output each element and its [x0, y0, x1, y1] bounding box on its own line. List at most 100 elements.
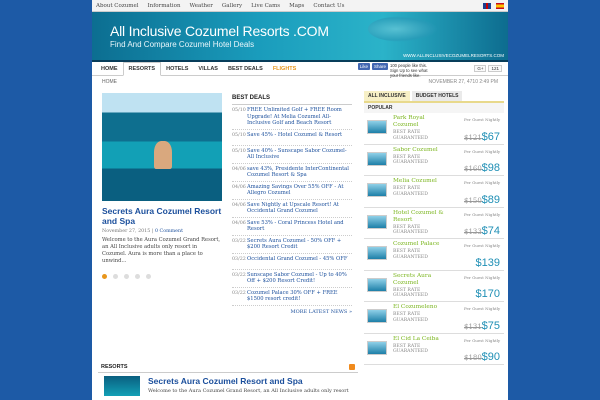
- nav-flights[interactable]: FLIGHTS: [268, 66, 302, 75]
- featured-slider: Secrets Aura Cozumel Resort and Spa Nove…: [102, 93, 222, 279]
- deal-item[interactable]: 05/10 Save 40% - Sunscape Sabor Cozumel-A…: [232, 146, 352, 164]
- deal-item[interactable]: 05/10 FREE Unlimited Golf + FREE Room Upg…: [232, 105, 352, 130]
- hotel-thumbnail[interactable]: [367, 120, 387, 134]
- hotel-name[interactable]: Hotel Cozumel & Resort: [393, 210, 448, 224]
- nav-resorts[interactable]: RESORTS: [122, 62, 162, 76]
- deal-title[interactable]: Save 53% - Coral Princess Hotel and Reso…: [247, 220, 352, 233]
- deal-title[interactable]: Save 40% - Sunscape Sabor Cozumel-All In…: [247, 148, 352, 161]
- deal-item[interactable]: 04/06 Save Nightly at Upscale Resort! At …: [232, 200, 352, 218]
- nav-villas[interactable]: VILLAS: [193, 66, 223, 75]
- hotel-name[interactable]: Park Royal Cozumel: [393, 115, 448, 129]
- deal-title[interactable]: save 43%, Presidente InterContinental Co…: [247, 166, 352, 179]
- fb-share-button[interactable]: Share: [371, 63, 388, 70]
- hotel-thumbnail[interactable]: [367, 277, 387, 292]
- deal-item[interactable]: 03/22 Secrets Aura Cozumel - 50% OFF + $2…: [232, 236, 352, 254]
- person-in-pool: [154, 141, 172, 169]
- deal-title[interactable]: Sunscape Sabor Cozumel - Up to 40% Off +…: [247, 272, 352, 285]
- deal-title[interactable]: Occidental Grand Cozumel - 45% OFF: [247, 256, 347, 267]
- deal-date: 04/06: [232, 220, 246, 226]
- hotel-thumbnail[interactable]: [367, 151, 387, 166]
- more-news-link[interactable]: MORE LATEST NEWS »: [232, 309, 352, 315]
- hotel-item[interactable]: Sabor Cozumel BEST RATE GUARANTEED Per Gue…: [364, 144, 504, 176]
- topnav-maps[interactable]: Maps: [289, 3, 304, 9]
- hotel-thumbnail[interactable]: [367, 309, 387, 323]
- header-banner[interactable]: All Inclusive Cozumel Resorts .COM Find …: [92, 12, 508, 62]
- hotel-list: Park Royal Cozumel BEST RATE GUARANTEED Pe…: [364, 113, 504, 365]
- old-price: $131: [464, 322, 482, 331]
- hotel-item[interactable]: El Cozumeleno BEST RATE GUARANTEED Per Gue…: [364, 302, 504, 334]
- nav-home[interactable]: HOME: [96, 66, 123, 75]
- topnav-contact[interactable]: Contact Us: [313, 3, 344, 9]
- hotel-name[interactable]: El Cid La Ceiba: [393, 336, 448, 343]
- topnav-gallery[interactable]: Gallery: [222, 3, 242, 9]
- hotel-name[interactable]: El Cozumeleno: [393, 304, 448, 311]
- topnav-about[interactable]: About Cozumel: [96, 3, 139, 9]
- hotel-item[interactable]: Cozumel Palace BEST RATE GUARANTEED Per Gu…: [364, 239, 504, 271]
- hotel-thumbnail[interactable]: [367, 183, 387, 197]
- featured-photo[interactable]: [102, 93, 222, 201]
- hotel-name[interactable]: Secrets Aura Cozumel: [393, 273, 448, 287]
- spanish-flag-icon[interactable]: [496, 2, 504, 9]
- topnav-live-cams[interactable]: Live Cams: [251, 3, 280, 9]
- deal-title[interactable]: Save Nightly at Upscale Resort! At Occid…: [247, 202, 352, 215]
- featured-comments[interactable]: 0 Comment: [155, 229, 183, 234]
- new-price: $75: [481, 319, 500, 332]
- slider-dot[interactable]: [135, 274, 140, 279]
- deal-item[interactable]: 03/22 Occidental Grand Cozumel - 45% OFF: [232, 254, 352, 270]
- featured-title[interactable]: Secrets Aura Cozumel Resort and Spa: [102, 206, 222, 226]
- best-rate-label: BEST RATE GUARANTEED: [393, 312, 428, 323]
- best-rate-label: BEST RATE GUARANTEED: [393, 343, 428, 355]
- site-subtitle: Find And Compare Cozumel Hotel Deals: [110, 40, 255, 49]
- deal-item[interactable]: 03/22 Sunscape Sabor Cozumel - Up to 40% …: [232, 270, 352, 288]
- nav-best-deals[interactable]: BEST DEALS: [223, 66, 268, 75]
- deal-title[interactable]: Cozumel Palace 30% OFF + FREE $1500 reso…: [247, 290, 352, 303]
- hotel-name[interactable]: Cozumel Palace: [393, 241, 448, 248]
- per-guest-label: Per Guest Nightly: [464, 306, 501, 311]
- hotel-item[interactable]: El Cid La Ceiba BEST RATE GUARANTEED Per G…: [364, 333, 504, 365]
- topnav-information[interactable]: Information: [148, 3, 181, 9]
- deal-date: 04/06: [232, 166, 246, 172]
- deal-item[interactable]: 05/10 Save 45% - Hotel Cozumel & Resort: [232, 130, 352, 146]
- deal-title[interactable]: Amazing Savings Over 55% OFF - At Allegr…: [247, 184, 352, 197]
- new-price: $90: [481, 351, 500, 363]
- hotel-name[interactable]: Sabor Cozumel: [393, 147, 448, 154]
- deal-item[interactable]: 04/06 Amazing Savings Over 55% OFF - At A…: [232, 182, 352, 200]
- rss-icon[interactable]: [349, 363, 355, 370]
- best-deals-heading: BEST DEALS: [232, 95, 352, 105]
- deal-title[interactable]: FREE Unlimited Golf + FREE Room Upgrade!…: [247, 107, 352, 127]
- slider-dot[interactable]: [146, 274, 151, 279]
- deal-item[interactable]: 04/06 Save 53% - Coral Princess Hotel and…: [232, 218, 352, 236]
- deal-title[interactable]: Secrets Aura Cozumel - 50% OFF + $200 Re…: [247, 238, 352, 251]
- hotel-item[interactable]: Park Royal Cozumel BEST RATE GUARANTEED Pe…: [364, 113, 504, 145]
- nav-hotels[interactable]: HOTELS: [161, 66, 193, 75]
- slider-dot[interactable]: [113, 274, 118, 279]
- hotel-name[interactable]: Melia Cozumel: [393, 178, 448, 185]
- hotel-thumbnail[interactable]: [367, 246, 387, 260]
- hotel-item[interactable]: Melia Cozumel BEST RATE GUARANTEED Per Gue…: [364, 176, 504, 208]
- slider-dot[interactable]: [102, 274, 107, 279]
- best-rate-label: BEST RATE GUARANTEED: [393, 287, 428, 299]
- hotel-thumbnail[interactable]: [367, 214, 387, 229]
- hotel-item[interactable]: Hotel Cozumel & Resort BEST RATE GUARANTE…: [364, 207, 504, 239]
- deal-item[interactable]: 03/22 Cozumel Palace 30% OFF + FREE $1500…: [232, 288, 352, 306]
- fb-like-button[interactable]: Like: [357, 63, 370, 70]
- resort-thumbnail[interactable]: [104, 376, 140, 396]
- featured-date: November 27, 2015: [102, 229, 151, 234]
- hotel-info: Cozumel Palace BEST RATE GUARANTEED: [393, 241, 448, 268]
- tab-all-inclusive[interactable]: ALL INCLUSIVE: [364, 91, 410, 101]
- topnav-weather[interactable]: Weather: [190, 3, 213, 9]
- deal-item[interactable]: 04/06 save 43%, Presidente InterContinent…: [232, 164, 352, 182]
- english-flag-icon[interactable]: [483, 2, 491, 9]
- featured-excerpt: Welcome to the Aura Cozumel Grand Resort…: [102, 237, 221, 264]
- tab-budget-hotels[interactable]: BUDGET HOTELS: [411, 91, 463, 101]
- hotel-info: Park Royal Cozumel BEST RATE GUARANTEED: [393, 115, 448, 142]
- hotel-item[interactable]: Secrets Aura Cozumel BEST RATE GUARANTEED…: [364, 270, 504, 302]
- hotel-thumbnail[interactable]: [367, 340, 387, 355]
- slider-dot[interactable]: [124, 274, 129, 279]
- breadcrumb-home[interactable]: HOME: [102, 79, 117, 85]
- resort-title[interactable]: Secrets Aura Cozumel Resort and Spa: [148, 376, 349, 386]
- deal-title[interactable]: Save 45% - Hotel Cozumel & Resort: [247, 132, 342, 143]
- gplus-count: 121: [488, 65, 502, 72]
- gplus-button[interactable]: G+: [474, 65, 487, 72]
- new-price: $98: [481, 162, 500, 174]
